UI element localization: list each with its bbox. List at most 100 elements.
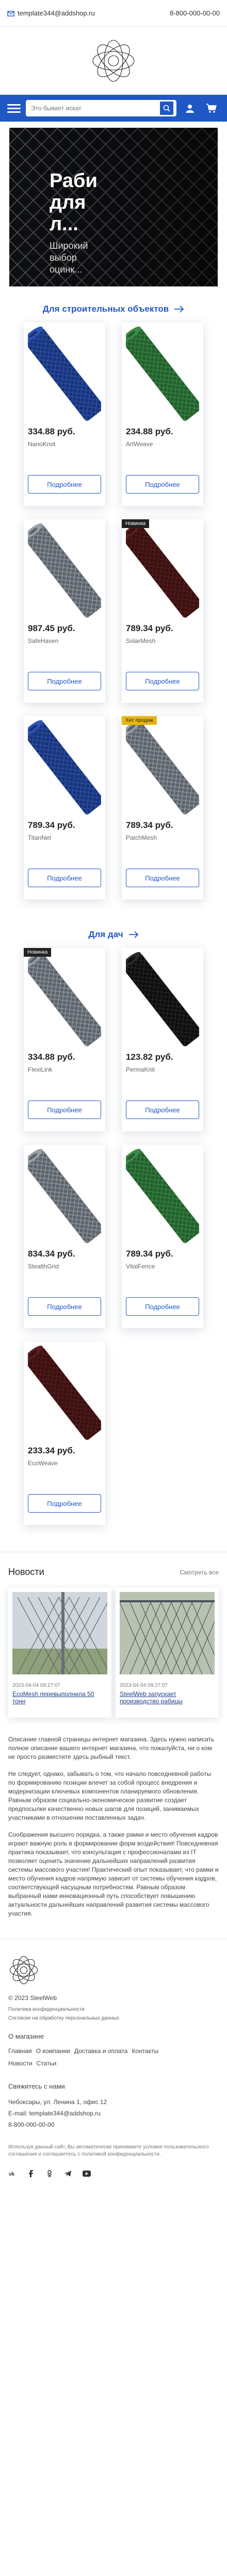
product-image[interactable]	[121, 1148, 202, 1245]
details-button[interactable]: Подробнее	[28, 672, 101, 690]
product-image[interactable]	[121, 952, 202, 1048]
product-image[interactable]	[23, 1345, 104, 1442]
product-image[interactable]	[121, 523, 202, 619]
user-icon	[186, 105, 194, 113]
telegram-icon[interactable]	[64, 2170, 72, 2178]
news-date: 2023-04-04 09:27:07	[120, 1683, 168, 1688]
search-input[interactable]	[31, 105, 159, 112]
details-button[interactable]: Подробнее	[28, 1494, 101, 1513]
footer-privacy-link[interactable]: Политика конфиденциальности	[8, 2006, 219, 2013]
product-name[interactable]: PatchMesh	[126, 834, 157, 841]
product-card[interactable]: 834.34 руб. StealthGrid Подробнее	[23, 1145, 105, 1328]
product-name[interactable]: SolarMesh	[126, 637, 155, 645]
footer-contact-title: Свяжитесь с нами	[8, 2082, 65, 2090]
topbar-email[interactable]: template344@addshop.ru	[7, 9, 165, 17]
product-image[interactable]	[23, 523, 104, 619]
footer-phone[interactable]: 8-800-000-00-00	[8, 2121, 219, 2128]
about-text: Описание главной страницы интернет магаз…	[0, 1735, 227, 1918]
navbar	[0, 95, 227, 122]
product-name[interactable]: VitalFence	[126, 1263, 155, 1270]
product-card[interactable]: 234.88 руб. ArtWeave Подробнее	[121, 323, 203, 506]
product-name[interactable]: ArtWeave	[126, 440, 153, 448]
news-link[interactable]: SteelWeb запускает производство рабицы	[120, 1690, 216, 1705]
product-price: 233.34 руб.	[28, 1446, 75, 1455]
product-image[interactable]	[23, 720, 104, 816]
product-name[interactable]: EcoWeave	[28, 1460, 58, 1467]
product-card[interactable]: 789.34 руб. VitalFence Подробнее	[121, 1145, 203, 1328]
news-date: 2023-04-04 09:27:07	[12, 1683, 60, 1688]
product-card[interactable]: Хит продаж 789.34 руб. PatchMesh Подробнее	[121, 716, 203, 900]
product-card[interactable]: 233.34 руб. EcoWeave Подробнее	[23, 1342, 105, 1525]
user-button[interactable]	[182, 100, 198, 116]
facebook-icon[interactable]	[27, 2170, 35, 2178]
product-name[interactable]: FlexiLink	[28, 1066, 52, 1073]
product-price: 234.88 руб.	[126, 427, 173, 436]
product-name[interactable]: TitanNet	[28, 834, 51, 841]
footer-link-contacts[interactable]: Контакты	[132, 2047, 158, 2055]
footer-link-news[interactable]: Новости	[8, 2060, 32, 2067]
product-image[interactable]	[23, 1148, 104, 1245]
product-grid-construction: 334.88 руб. NanoKnot Подробнее 234.88 руб.…	[0, 323, 227, 900]
product-card[interactable]: Новинка 334.88 руб. FlexiLink Подробнее	[23, 948, 105, 1131]
product-card[interactable]: 987.45 руб. SafeHaven Подробнее	[23, 519, 105, 703]
topbar-phone[interactable]: 8-800-000-00-00	[170, 9, 220, 17]
product-name[interactable]: PermaKnit	[126, 1066, 155, 1073]
logo-icon[interactable]	[90, 38, 137, 84]
search-icon	[163, 105, 170, 112]
details-button[interactable]: Подробнее	[126, 1100, 199, 1119]
product-image[interactable]	[121, 720, 202, 816]
arrow-right-icon	[128, 931, 138, 938]
details-button[interactable]: Подробнее	[126, 475, 199, 494]
details-button[interactable]: Подробнее	[126, 869, 199, 887]
details-button[interactable]: Подробнее	[28, 1100, 101, 1119]
details-button[interactable]: Подробнее	[28, 1297, 101, 1316]
ok-icon[interactable]	[45, 2170, 54, 2178]
section-title-construction[interactable]: Для строительных объектов	[0, 304, 227, 314]
news-link[interactable]: EcoMesh перевыполнила 50 тонн	[12, 1690, 108, 1705]
social-links: vk	[8, 2170, 219, 2191]
product-price: 789.34 руб.	[126, 623, 173, 633]
footer-consent-link[interactable]: Согласие на обработку персональных данны…	[8, 2014, 219, 2022]
product-image[interactable]	[23, 952, 104, 1048]
topbar-email-text: template344@addshop.ru	[18, 9, 95, 17]
about-paragraph: Соображения высшего порядка, а также рам…	[8, 1831, 219, 1917]
footer-email[interactable]: E-mail: template344@addshop.ru	[8, 2110, 219, 2117]
footer-link-delivery[interactable]: Доставка и оплата	[74, 2047, 128, 2055]
footer-copyright: © 2023 SteelWeb	[8, 1994, 57, 2002]
product-card[interactable]: 123.82 руб. PermaKnit Подробнее	[121, 948, 203, 1131]
footer-links-2: Новости Статьи	[8, 2060, 219, 2067]
arrow-right-icon	[174, 306, 184, 313]
product-image[interactable]	[121, 326, 202, 422]
product-card[interactable]: Новинка 789.34 руб. SolarMesh Подробнее	[121, 519, 203, 703]
news-card[interactable]: 2023-04-04 09:27:07 SteelWeb запускает п…	[116, 1588, 219, 1718]
news-see-all[interactable]: Смотреть все	[180, 1569, 219, 1576]
product-image[interactable]	[23, 326, 104, 422]
youtube-icon[interactable]	[83, 2170, 91, 2178]
search-button[interactable]	[159, 100, 174, 116]
menu-button[interactable]	[7, 101, 21, 115]
footer-disclaimer: Используя данный сайт, Вы автоматически …	[8, 2144, 209, 2157]
section-title-dacha[interactable]: Для дач	[0, 929, 227, 940]
cart-button[interactable]	[203, 100, 220, 116]
product-price: 334.88 руб.	[28, 1052, 75, 1062]
product-card[interactable]: 334.88 руб. NanoKnot Подробнее	[23, 323, 105, 506]
product-price: 987.45 руб.	[28, 623, 75, 633]
product-badge: Хит продаж	[122, 716, 157, 725]
about-paragraph: Не следует, однако, забывать о том, что …	[8, 1770, 212, 1821]
product-card[interactable]: 789.34 руб. TitanNet Подробнее	[23, 716, 105, 900]
cart-icon	[206, 104, 217, 113]
footer-link-company[interactable]: О компании	[36, 2047, 70, 2055]
product-name[interactable]: NanoKnot	[28, 440, 55, 448]
product-name[interactable]: StealthGrid	[28, 1263, 59, 1270]
details-button[interactable]: Подробнее	[126, 1297, 199, 1316]
news-card[interactable]: 2023-04-04 09:27:07 EcoMesh перевыполнил…	[8, 1588, 111, 1718]
details-button[interactable]: Подробнее	[28, 475, 101, 494]
footer-logo-icon[interactable]	[8, 1955, 39, 1986]
footer-link-home[interactable]: Главная	[8, 2047, 32, 2055]
footer-link-articles[interactable]: Статьи	[36, 2060, 56, 2067]
details-button[interactable]: Подробнее	[126, 672, 199, 690]
product-name[interactable]: SafeHaven	[28, 637, 58, 645]
vk-icon[interactable]: vk	[8, 2170, 17, 2178]
hero-banner[interactable]: Раби для л... Широкий выбор оцинк...	[9, 128, 218, 286]
details-button[interactable]: Подробнее	[28, 869, 101, 887]
